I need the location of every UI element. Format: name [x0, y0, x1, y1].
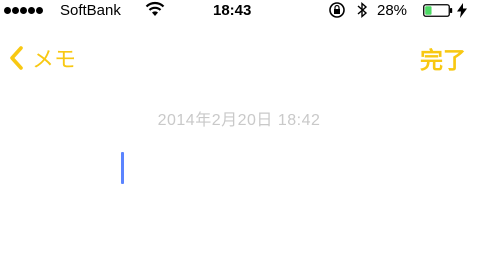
back-label: メモ — [32, 47, 77, 72]
signal-icon — [4, 7, 43, 14]
status-bar: SoftBank 18:43 28% — [0, 0, 478, 22]
chevron-left-icon — [10, 46, 23, 70]
note-text-area[interactable] — [20, 145, 460, 255]
carrier-name: SoftBank — [60, 2, 121, 19]
wifi-icon — [145, 1, 165, 16]
done-button[interactable]: 完了 — [420, 43, 466, 73]
charging-icon — [457, 3, 467, 18]
battery-percent: 28% — [377, 2, 408, 19]
bluetooth-icon — [357, 1, 368, 19]
battery-icon — [423, 4, 453, 17]
text-cursor — [121, 152, 124, 184]
back-button[interactable]: メモ — [8, 43, 76, 73]
note-date: 2014年2月20日 18:42 — [157, 112, 321, 129]
status-time: 18:43 — [213, 2, 252, 19]
rotation-lock-icon — [329, 2, 345, 18]
done-label: 完了 — [420, 47, 466, 73]
navigation-bar: メモ 完了 — [0, 40, 478, 76]
